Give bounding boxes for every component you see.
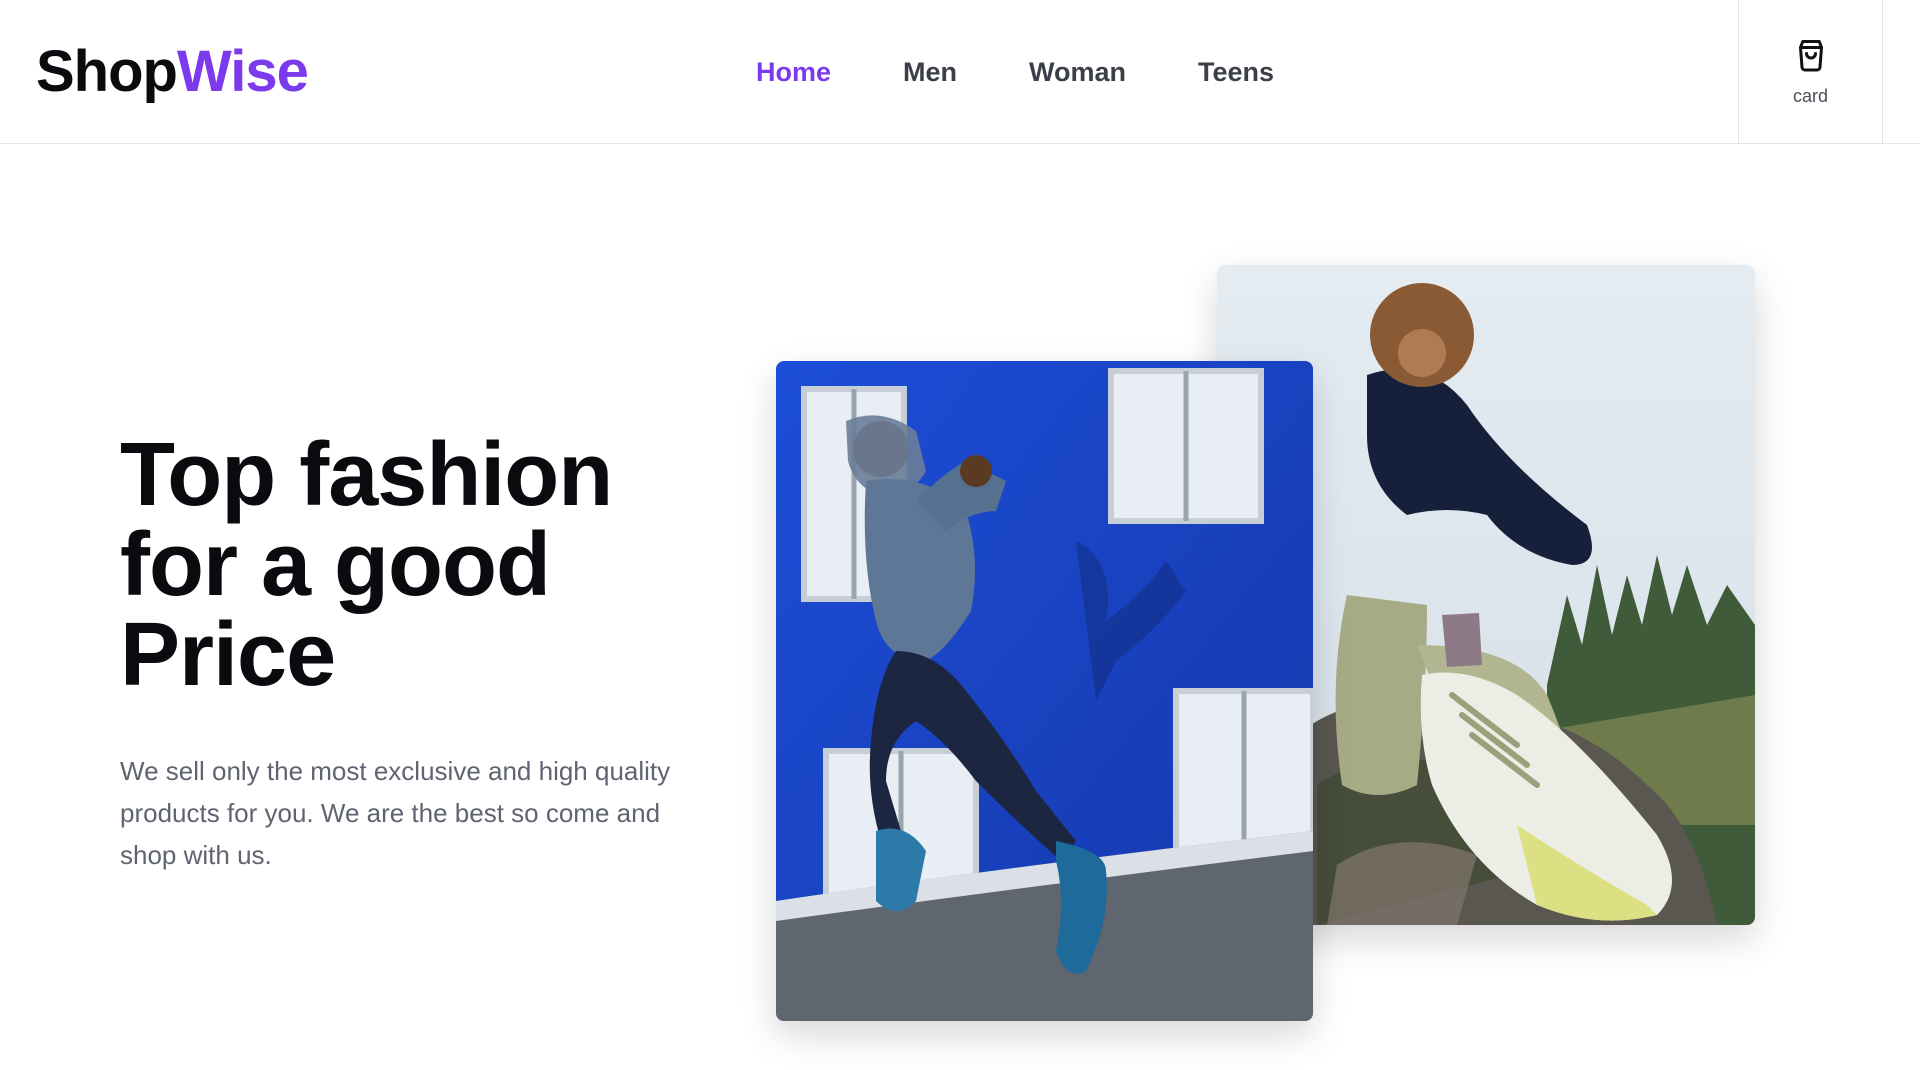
hero-title-line-3: Price: [120, 605, 336, 705]
hero-title: Top fashion for a good Price: [120, 430, 740, 700]
hero-title-line-2: for a good: [120, 515, 551, 615]
brand-logo-part2: Wise: [176, 39, 309, 104]
runner-blue-wall-photo: [776, 361, 1313, 1021]
shopping-bag-icon: [1793, 37, 1829, 78]
nav-item-teens[interactable]: Teens: [1198, 52, 1274, 92]
site-header: ShopWise Home Men Woman Teens card: [0, 0, 1920, 144]
hero-title-line-1: Top fashion: [120, 425, 613, 525]
nav-item-home[interactable]: Home: [756, 52, 831, 92]
brand-logo-part1: Shop: [36, 39, 178, 104]
cart-label: card: [1792, 85, 1828, 106]
brand-logo[interactable]: ShopWise: [36, 39, 309, 104]
cart-button[interactable]: card: [1738, 0, 1883, 144]
nav-item-men[interactable]: Men: [903, 52, 957, 92]
hero-description: We sell only the most exclusive and high…: [120, 756, 671, 870]
main-nav: Home Men Woman Teens: [756, 52, 1346, 92]
nav-item-woman[interactable]: Woman: [1029, 52, 1126, 92]
